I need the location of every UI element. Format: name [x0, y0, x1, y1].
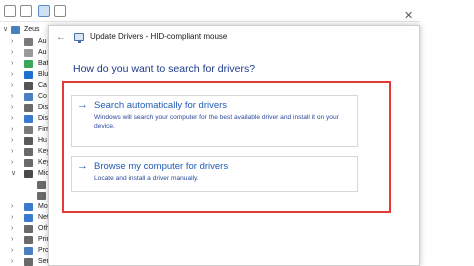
back-arrow-icon[interactable]: ← — [56, 32, 66, 43]
device-category-icon — [24, 93, 33, 101]
device-category-icon — [24, 214, 33, 222]
update-drivers-dialog: ← Update Drivers - HID-compliant mouse H… — [48, 25, 420, 266]
background-window-area — [420, 0, 474, 266]
device-category-icon — [24, 159, 33, 167]
device-category-icon — [24, 137, 33, 145]
device-category-icon — [24, 170, 33, 178]
dialog-title: Update Drivers - HID-compliant mouse — [90, 32, 228, 41]
device-manager-screen: ∨ Zeus › Au › Au › Bat › Blu › Ca › Co › Dis › Dis › Firr… — [0, 0, 474, 266]
option-title: Search automatically for drivers — [94, 100, 228, 111]
browse-computer-option[interactable]: → Browse my computer for drivers Locate … — [71, 156, 358, 192]
option-description: Windows will search your computer for th… — [94, 114, 339, 130]
device-category-icon — [24, 71, 33, 79]
forward-icon[interactable] — [20, 5, 32, 17]
help-icon[interactable] — [54, 5, 66, 17]
computer-name: Zeus — [24, 26, 40, 33]
device-category-icon — [24, 203, 33, 211]
device-category-icon — [24, 148, 33, 156]
device-category-icon — [24, 225, 33, 233]
option-description: Locate and install a driver manually. — [94, 175, 199, 182]
device-manager-toolbar — [0, 0, 474, 22]
device-icon — [74, 33, 84, 43]
device-category-icon — [24, 82, 33, 90]
dialog-question: How do you want to search for drivers? — [73, 63, 256, 75]
device-category-icon — [24, 104, 33, 112]
chevron-right-icon[interactable]: › — [11, 256, 19, 266]
device-category-icon — [24, 38, 33, 46]
arrow-right-icon: → — [77, 99, 88, 111]
option-title: Browse my computer for drivers — [94, 161, 229, 172]
properties-icon[interactable] — [38, 5, 50, 17]
device-category-icon — [24, 247, 33, 255]
arrow-right-icon: → — [77, 160, 88, 172]
device-category-icon — [24, 258, 33, 266]
back-icon[interactable] — [4, 5, 16, 17]
device-category-icon — [24, 126, 33, 134]
device-category-icon — [24, 115, 33, 123]
chevron-down-icon[interactable]: ∨ — [3, 24, 11, 36]
device-category-icon — [24, 60, 33, 68]
device-category-icon — [24, 49, 33, 57]
search-automatically-option[interactable]: → Search automatically for drivers Windo… — [71, 95, 358, 147]
device-category-icon — [37, 192, 46, 200]
device-category-icon — [24, 236, 33, 244]
device-category-icon — [37, 181, 46, 189]
computer-icon — [11, 26, 20, 34]
close-icon[interactable]: ✕ — [404, 9, 413, 22]
